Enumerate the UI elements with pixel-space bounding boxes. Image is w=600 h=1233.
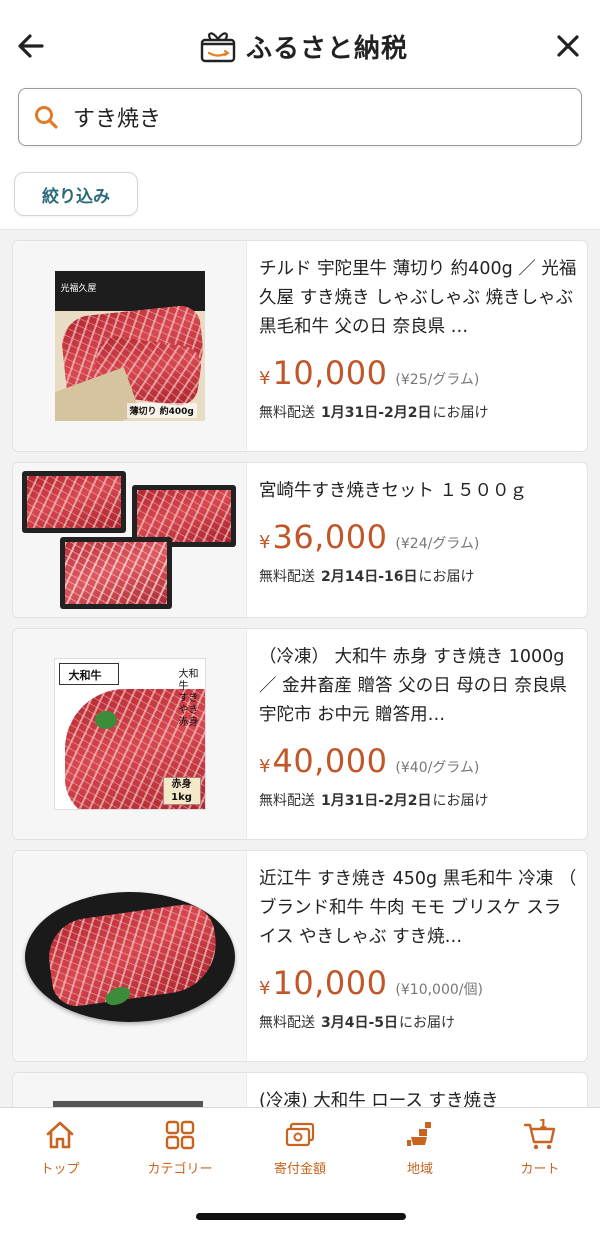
shipping-label: 無料配送 — [259, 405, 315, 421]
shipping-info: 無料配送 3月4日-5日にお届け — [259, 1012, 577, 1032]
product-image: 光福久屋 薄切り 約400g — [13, 241, 247, 451]
product-image — [13, 463, 247, 617]
product-title[interactable]: 宮崎牛すき焼きセット １５００ｇ — [259, 477, 577, 506]
app-header: ふるさと納税 すき焼き 絞り込み — [0, 0, 600, 230]
delivery-date: 3月4日-5日 — [321, 1015, 399, 1031]
cart-icon: 1 — [523, 1118, 556, 1150]
product-card[interactable]: 光福久屋 薄切り 約400g チルド 宇陀里牛 薄切り 約400g ／ 光福久屋… — [12, 240, 588, 452]
filter-button[interactable]: 絞り込み — [14, 172, 138, 216]
shipping-info: 無料配送 1月31日-2月2日にお届け — [259, 790, 577, 810]
delivery-suffix: にお届け — [432, 405, 489, 421]
shipping-label: 無料配送 — [259, 1015, 315, 1031]
app-title: ふるさと納税 — [246, 33, 409, 64]
search-query: すき焼き — [73, 107, 162, 132]
search-icon — [35, 106, 58, 129]
grid-icon — [165, 1120, 195, 1150]
image-caption: 光福久屋 — [60, 284, 97, 294]
unit-price: (¥25/グラム) — [395, 372, 480, 388]
product-card[interactable]: 大和牛 大和牛 すきやき赤身 赤身 1kg （冷凍） 大和牛 赤身 すき焼き 1… — [12, 628, 588, 840]
product-title[interactable]: （冷凍） 大和牛 赤身 すき焼き 1000g ／ 金井畜産 贈答 父の日 母の日… — [259, 643, 577, 730]
delivery-date: 2月14日-16日 — [321, 569, 418, 585]
delivery-suffix: にお届け — [399, 1015, 456, 1031]
unit-price: (¥10,000/個) — [395, 982, 483, 998]
price-currency: ¥ — [259, 756, 271, 777]
delivery-suffix: にお届け — [418, 569, 475, 585]
shipping-info: 無料配送 2月14日-16日にお届け — [259, 566, 577, 586]
nav-item-region[interactable]: 地域 — [360, 1118, 480, 1177]
nav-item-donation-amount[interactable]: 寄付金額 — [240, 1118, 360, 1177]
nav-item-top[interactable]: トップ — [0, 1118, 120, 1177]
price-currency: ¥ — [259, 368, 271, 389]
image-caption-2: 薄切り 約400g — [126, 403, 197, 418]
product-price: 40,000 — [272, 742, 388, 780]
shipping-label: 無料配送 — [259, 793, 315, 809]
unit-price: (¥24/グラム) — [395, 536, 480, 552]
product-price: 36,000 — [272, 518, 388, 556]
product-price: 10,000 — [272, 354, 388, 392]
nav-item-category[interactable]: カテゴリー — [120, 1118, 240, 1177]
close-icon — [557, 35, 579, 57]
product-title[interactable]: 近江牛 すき焼き 450g 黒毛和牛 冷凍 （ ブランド和牛 牛肉 モモ ブリス… — [259, 865, 577, 952]
product-title[interactable]: チルド 宇陀里牛 薄切り 約400g ／ 光福久屋 すき焼き しゃぶしゃぶ 焼き… — [259, 255, 577, 342]
product-price: 10,000 — [272, 964, 388, 1002]
price-currency: ¥ — [259, 978, 271, 999]
money-icon — [285, 1122, 315, 1147]
brand-logo[interactable]: ふるさと納税 — [200, 26, 408, 66]
shipping-label: 無料配送 — [259, 569, 315, 585]
home-indicator — [196, 1213, 406, 1220]
image-caption-2: 大和牛 すきやき赤身 — [178, 669, 199, 728]
cart-badge: 1 — [539, 1118, 547, 1131]
nav-label: カート — [520, 1162, 560, 1177]
delivery-date: 1月31日-2月2日 — [321, 793, 432, 809]
region-icon — [407, 1122, 431, 1146]
gift-box-icon — [200, 32, 236, 63]
unit-price: (¥40/グラム) — [395, 760, 480, 776]
nav-label: カテゴリー — [147, 1162, 213, 1177]
home-icon — [46, 1121, 74, 1149]
back-button[interactable] — [12, 26, 52, 66]
close-button[interactable] — [548, 26, 588, 66]
image-caption-3: 赤身 1kg — [162, 777, 201, 805]
shipping-info: 無料配送 1月31日-2月2日にお届け — [259, 402, 577, 422]
search-input[interactable]: すき焼き — [18, 88, 582, 146]
product-card[interactable]: 宮崎牛すき焼きセット １５００ｇ ¥ 36,000 (¥24/グラム) 無料配送… — [12, 462, 588, 618]
arrow-left-icon — [18, 34, 44, 58]
nav-item-cart[interactable]: 1 カート — [480, 1118, 600, 1177]
price-currency: ¥ — [259, 532, 271, 553]
product-image — [13, 851, 247, 1061]
nav-label: トップ — [40, 1162, 80, 1177]
nav-label: 地域 — [406, 1162, 433, 1177]
image-caption: 大和牛 — [68, 669, 102, 682]
nav-label: 寄付金額 — [273, 1162, 326, 1177]
delivery-suffix: にお届け — [432, 793, 489, 809]
product-card[interactable]: 近江牛 すき焼き 450g 黒毛和牛 冷凍 （ ブランド和牛 牛肉 モモ ブリス… — [12, 850, 588, 1062]
product-image: 大和牛 大和牛 すきやき赤身 赤身 1kg — [13, 629, 247, 839]
delivery-date: 1月31日-2月2日 — [321, 405, 432, 421]
